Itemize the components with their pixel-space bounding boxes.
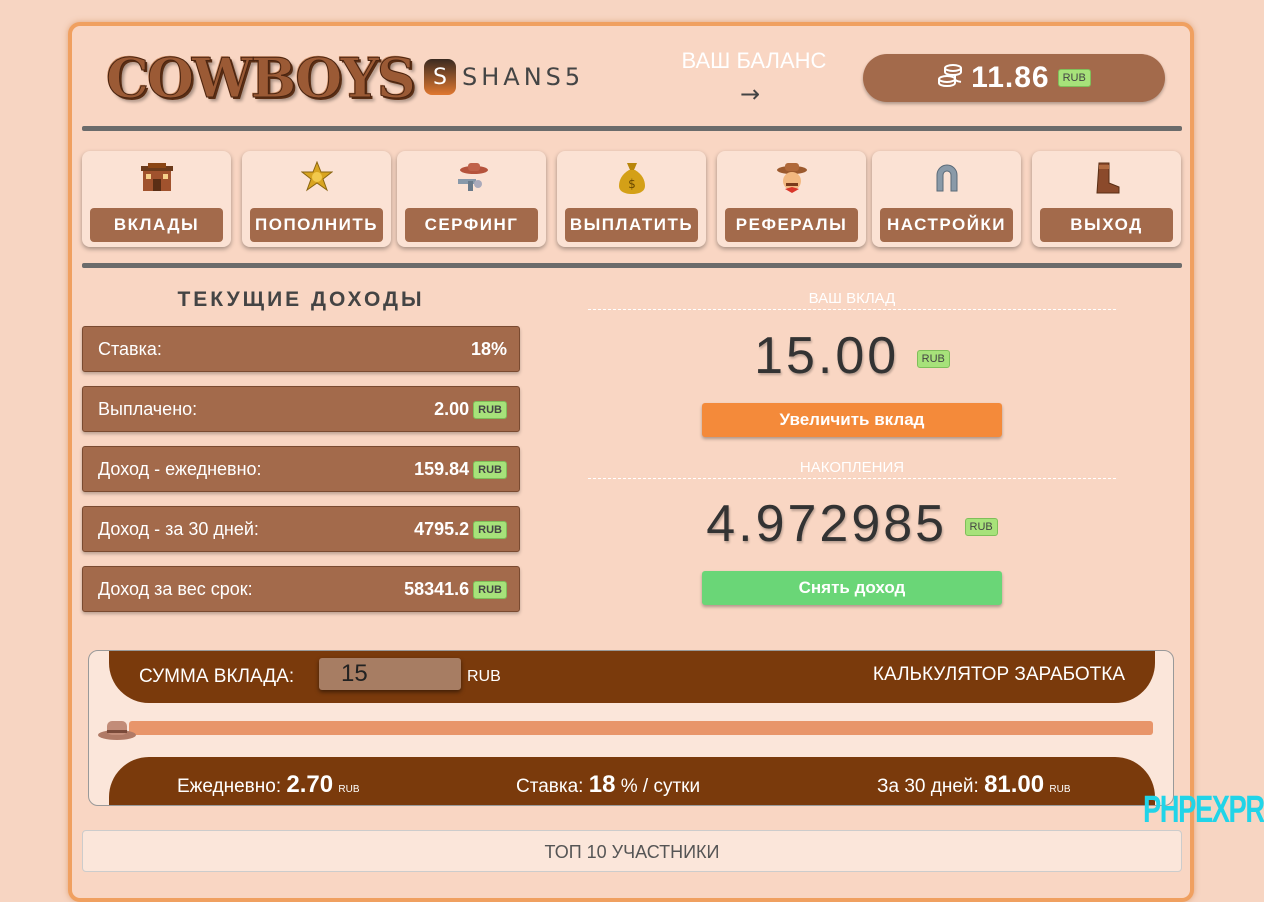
svg-text:$: $ (628, 177, 636, 191)
income-row-value-wrap: 2.00 RUB (434, 399, 507, 420)
income-row-value: 4795.2 (414, 519, 470, 539)
savings-value-wrap: 4.972985 RUB (588, 494, 1116, 554)
menu-item-withdraw[interactable]: $ ВЫПЛАТИТЬ (557, 151, 706, 247)
watermark-part1: PHP (1143, 789, 1196, 831)
watermark-part2: EXPRESS (1194, 789, 1264, 831)
top10-header[interactable]: ТОП 10 УЧАСТНИКИ (82, 830, 1182, 872)
money-bag-icon: $ (557, 161, 706, 202)
boot-icon (1032, 161, 1181, 202)
main-menu: ВКЛАДЫ ПОПОЛНИТЬ СЕРФИНГ $ ВЫПЛАТИТЬ РЕФ… (82, 151, 1182, 247)
sum-currency: RUB (467, 668, 501, 685)
withdraw-income-button[interactable]: Снять доход (702, 571, 1002, 605)
saloon-icon (82, 161, 231, 200)
horseshoe-icon (872, 161, 1021, 200)
menu-item-label: СЕРФИНГ (405, 208, 538, 242)
balance-pill[interactable]: 11.86 RUB (863, 54, 1165, 102)
increase-deposit-button[interactable]: Увеличить вклад (702, 403, 1002, 437)
calculator-results: Ежедневно: 2.70 RUB Ставка: 18 % / сутки… (109, 757, 1155, 805)
daily-value: 2.70 (286, 771, 334, 798)
savings-caption: НАКОПЛЕНИЯ (588, 459, 1116, 479)
menu-item-label: НАСТРОЙКИ (880, 208, 1013, 242)
income-row-label: Доход - за 30 дней: (98, 519, 259, 539)
currency-badge: RUB (473, 460, 507, 479)
income-row-total: Доход за вес срок: 58341.6 RUB (82, 566, 520, 612)
rate-label: Ставка: (516, 776, 584, 797)
income-row-label: Доход - ежедневно: (98, 459, 262, 479)
menu-item-settings[interactable]: НАСТРОЙКИ (872, 151, 1021, 247)
daily-result: Ежедневно: 2.70 RUB (177, 771, 360, 799)
month-label: За 30 дней: (877, 776, 979, 797)
earnings-calculator: СУММА ВКЛАДА: 15 RUB КАЛЬКУЛЯТОР ЗАРАБОТ… (88, 650, 1174, 806)
savings-value: 4.972985 (706, 495, 948, 553)
income-row-value: 159.84 (414, 459, 470, 479)
balance-label: ВАШ БАЛАНС (681, 48, 827, 73)
daily-label: Ежедневно: (177, 776, 282, 797)
currency-badge: RUB (1057, 69, 1091, 87)
php-express-watermark: PHPEXPRESS (1143, 786, 1264, 834)
income-row-value-wrap: 58341.6 RUB (404, 579, 507, 600)
brand[interactable]: S SHANS5 (424, 59, 584, 95)
income-title: ТЕКУЩИЕ ДОХОДЫ (177, 288, 425, 311)
menu-item-deposit-funds[interactable]: ПОПОЛНИТЬ (242, 151, 391, 247)
deposit-sum-input[interactable]: 15 (319, 658, 461, 690)
deposit-value-wrap: 15.00 RUB (588, 326, 1116, 386)
income-row-daily: Доход - ежедневно: 159.84 RUB (82, 446, 520, 492)
rate-unit: % / сутки (620, 776, 701, 797)
brand-logo-icon: S (424, 59, 456, 95)
income-row-paid: Выплачено: 2.00 RUB (82, 386, 520, 432)
cowboy-face-icon (717, 161, 866, 202)
deposit-caption: ВАШ ВКЛАД (588, 290, 1116, 310)
menu-item-referrals[interactable]: РЕФЕРАЛЫ (717, 151, 866, 247)
income-row-value: 18% (470, 339, 507, 359)
arrow-right-icon[interactable]: → (740, 80, 760, 108)
rate-value: 18 (588, 771, 616, 798)
menu-item-label: ВЫПЛАТИТЬ (565, 208, 698, 242)
menu-item-surfing[interactable]: СЕРФИНГ (397, 151, 546, 247)
menu-item-logout[interactable]: ВЫХОД (1032, 151, 1181, 247)
brand-name: SHANS5 (462, 63, 585, 91)
income-row-rate: Ставка: 18% (82, 326, 520, 372)
income-row-value: 2.00 (434, 399, 470, 419)
menu-item-label: ВЫХОД (1040, 208, 1173, 242)
menu-item-label: ПОПОЛНИТЬ (250, 208, 383, 242)
cowboy-hat-slider-handle-icon[interactable] (97, 717, 137, 749)
income-row-label: Доход за вес срок: (98, 579, 253, 599)
menu-item-label: РЕФЕРАЛЫ (725, 208, 858, 242)
month-result: За 30 дней: 81.00 RUB (877, 771, 1071, 799)
daily-currency: RUB (338, 784, 360, 795)
currency-badge: RUB (473, 580, 507, 599)
currency-badge: RUB (473, 520, 507, 539)
deposit-slider[interactable] (129, 721, 1153, 735)
income-row-value-wrap: 159.84 RUB (414, 459, 507, 480)
income-row-label: Ставка: (98, 339, 162, 359)
deposit-value: 15.00 (754, 327, 900, 385)
menu-item-label: ВКЛАДЫ (90, 208, 223, 242)
month-currency: RUB (1049, 784, 1071, 795)
coins-icon (937, 62, 963, 94)
income-row-value-wrap: 18% (471, 339, 507, 360)
divider (82, 263, 1182, 268)
cowboys-logo[interactable]: COWBOYS (106, 46, 417, 111)
currency-badge: RUB (964, 518, 998, 537)
income-row-value: 58341.6 (404, 579, 470, 599)
month-value: 81.00 (984, 771, 1045, 798)
income-row-label: Выплачено: (98, 399, 198, 419)
divider (82, 126, 1182, 131)
calculator-header: СУММА ВКЛАДА: 15 RUB КАЛЬКУЛЯТОР ЗАРАБОТ… (109, 651, 1155, 703)
balance-value: 11.86 (971, 61, 1050, 94)
currency-badge: RUB (916, 350, 950, 369)
calculator-title: КАЛЬКУЛЯТОР ЗАРАБОТКА (872, 664, 1125, 685)
income-row-value-wrap: 4795.2 RUB (414, 519, 507, 540)
sheriff-star-icon (242, 160, 391, 200)
rate-result: Ставка: 18 % / сутки (516, 771, 700, 799)
sum-label: СУММА ВКЛАДА: (139, 666, 295, 687)
menu-item-deposits[interactable]: ВКЛАДЫ (82, 151, 231, 247)
currency-badge: RUB (473, 400, 507, 419)
income-row-30days: Доход - за 30 дней: 4795.2 RUB (82, 506, 520, 552)
cowboy-hat-gun-icon (397, 161, 546, 200)
